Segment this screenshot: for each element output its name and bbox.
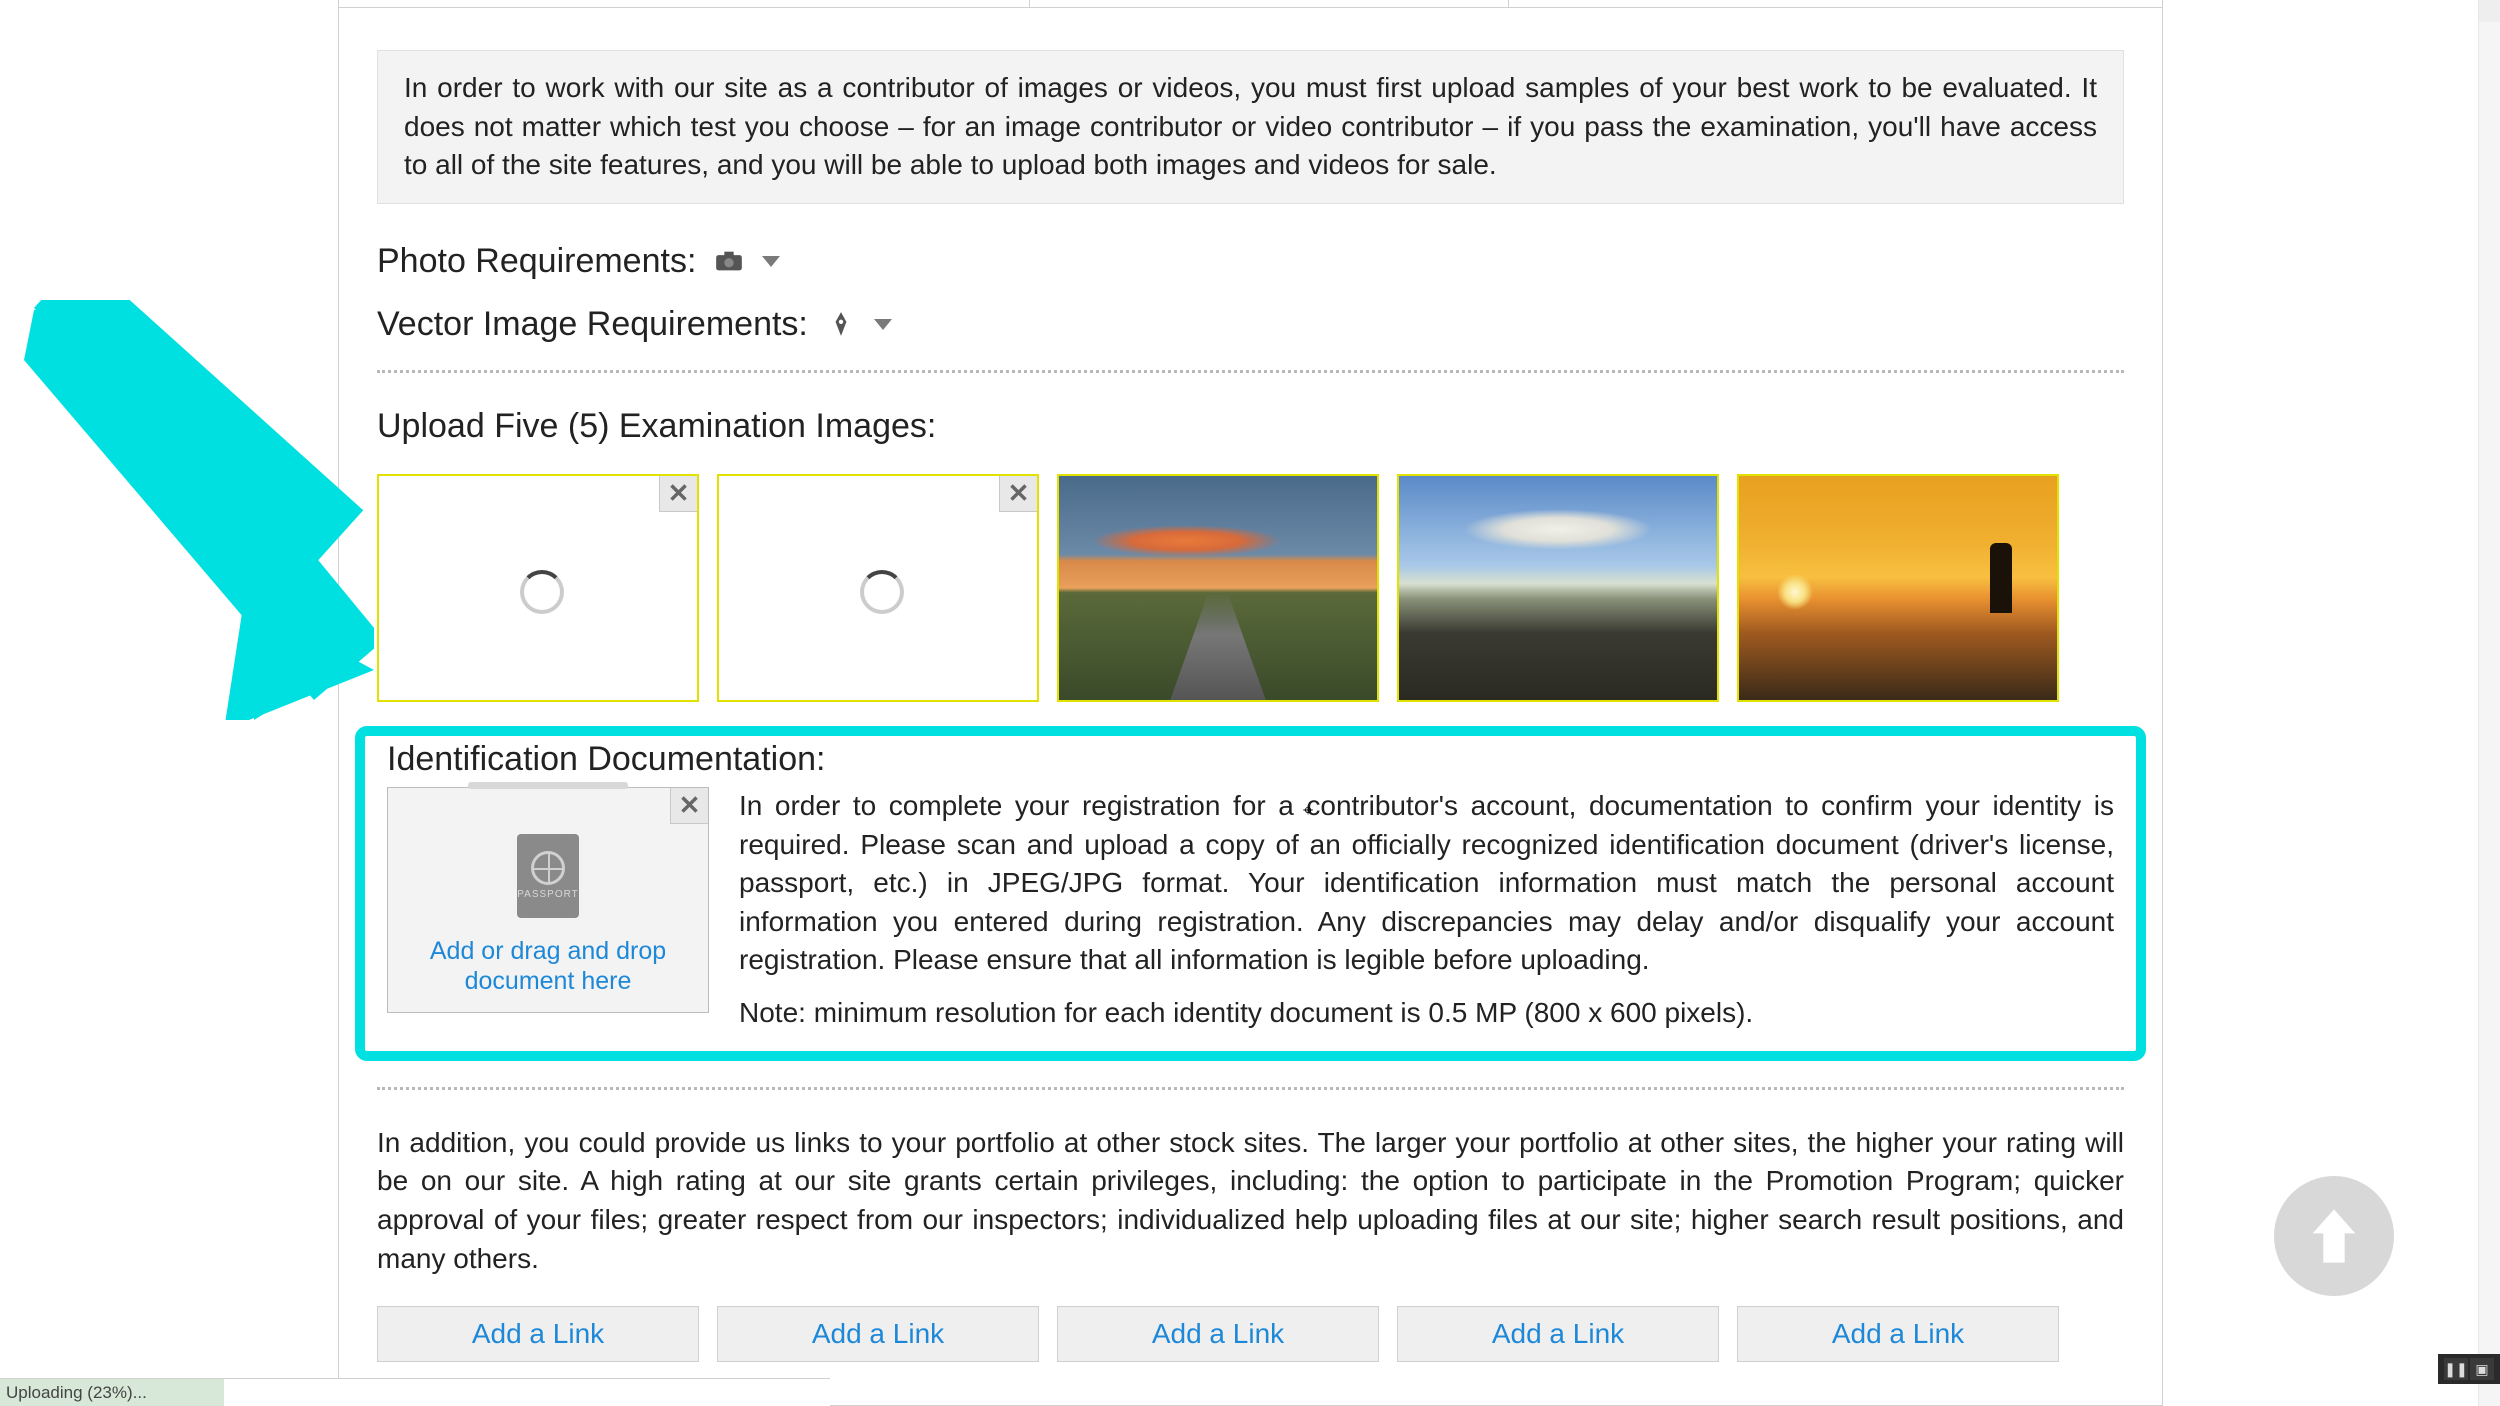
- scroll-to-top-button[interactable]: [2274, 1176, 2394, 1296]
- close-icon[interactable]: ✕: [659, 476, 697, 512]
- annotation-arrow-icon: [14, 300, 374, 725]
- exam-thumb-1[interactable]: ✕: [377, 474, 699, 702]
- pause-button[interactable]: ❚❚: [2444, 1358, 2468, 1380]
- add-link-button[interactable]: Add a Link: [1737, 1306, 2059, 1362]
- exam-thumb-2[interactable]: ✕: [717, 474, 1039, 702]
- portfolio-link-buttons: Add a Link Add a Link Add a Link Add a L…: [377, 1306, 2162, 1362]
- upload-status-text: Uploading (23%)...: [0, 1383, 147, 1403]
- close-icon[interactable]: ✕: [670, 788, 708, 824]
- add-link-button[interactable]: Add a Link: [377, 1306, 699, 1362]
- vector-requirements-row[interactable]: Vector Image Requirements:: [377, 305, 2124, 344]
- add-link-button[interactable]: Add a Link: [1397, 1306, 1719, 1362]
- close-icon[interactable]: ✕: [999, 476, 1037, 512]
- photo-requirements-row[interactable]: Photo Requirements:: [377, 242, 2124, 281]
- present-button[interactable]: ▣: [2470, 1358, 2494, 1380]
- identification-body: In order to complete your registration f…: [739, 787, 2114, 1033]
- dropzone-label: Add or drag and drop document here: [388, 936, 708, 996]
- exam-thumb-5[interactable]: ✕: [1737, 474, 2059, 702]
- section-divider: [377, 370, 2124, 373]
- doc-upload-progress: [468, 782, 628, 789]
- thumbnail-image: [1739, 476, 2057, 700]
- intro-text-box: In order to work with our site as a cont…: [377, 50, 2124, 204]
- chevron-down-icon: [874, 319, 892, 330]
- upload-status-bar: Uploading (23%)...: [0, 1378, 830, 1406]
- inactive-tab-edge: [1029, 0, 1509, 7]
- section-divider: [377, 1087, 2124, 1090]
- examination-thumbnails: ✕ ✕ ✕ ✕ ✕: [377, 474, 2162, 702]
- thumbnail-image: [1399, 476, 1717, 700]
- add-link-button[interactable]: Add a Link: [717, 1306, 1039, 1362]
- identification-section-highlight: Identification Documentation: ⌖ ✕ PASSPO…: [355, 726, 2146, 1061]
- exam-thumb-4[interactable]: ✕: [1397, 474, 1719, 702]
- passport-icon: PASSPORT: [517, 834, 579, 918]
- loading-spinner-icon: [520, 570, 556, 606]
- photo-requirements-label: Photo Requirements:: [377, 242, 696, 281]
- upload-section-title: Upload Five (5) Examination Images:: [377, 407, 2162, 446]
- main-content-panel: In order to work with our site as a cont…: [338, 0, 2163, 1406]
- presentation-mini-controls: ❚❚ ▣: [2438, 1354, 2500, 1384]
- exam-thumb-3[interactable]: ✕: [1057, 474, 1379, 702]
- identification-note: Note: minimum resolution for each identi…: [739, 994, 2114, 1033]
- pen-nib-icon: [826, 312, 856, 336]
- tab-strip: [339, 0, 2162, 8]
- portfolio-links-intro: In addition, you could provide us links …: [377, 1124, 2124, 1279]
- intro-text: In order to work with our site as a cont…: [404, 72, 2097, 180]
- chevron-down-icon: [762, 256, 780, 267]
- loading-spinner-icon: [860, 570, 896, 606]
- thumbnail-image: [1059, 476, 1377, 700]
- document-dropzone[interactable]: ✕ PASSPORT Add or drag and drop document…: [387, 787, 709, 1013]
- camera-icon: [714, 249, 744, 273]
- add-link-button[interactable]: Add a Link: [1057, 1306, 1379, 1362]
- page-scrollbar[interactable]: [2478, 0, 2500, 1406]
- identification-title: Identification Documentation:: [387, 740, 2114, 779]
- arrow-up-icon: [2307, 1204, 2361, 1268]
- identification-body-text: In order to complete your registration f…: [739, 787, 2114, 980]
- vector-requirements-label: Vector Image Requirements:: [377, 305, 808, 344]
